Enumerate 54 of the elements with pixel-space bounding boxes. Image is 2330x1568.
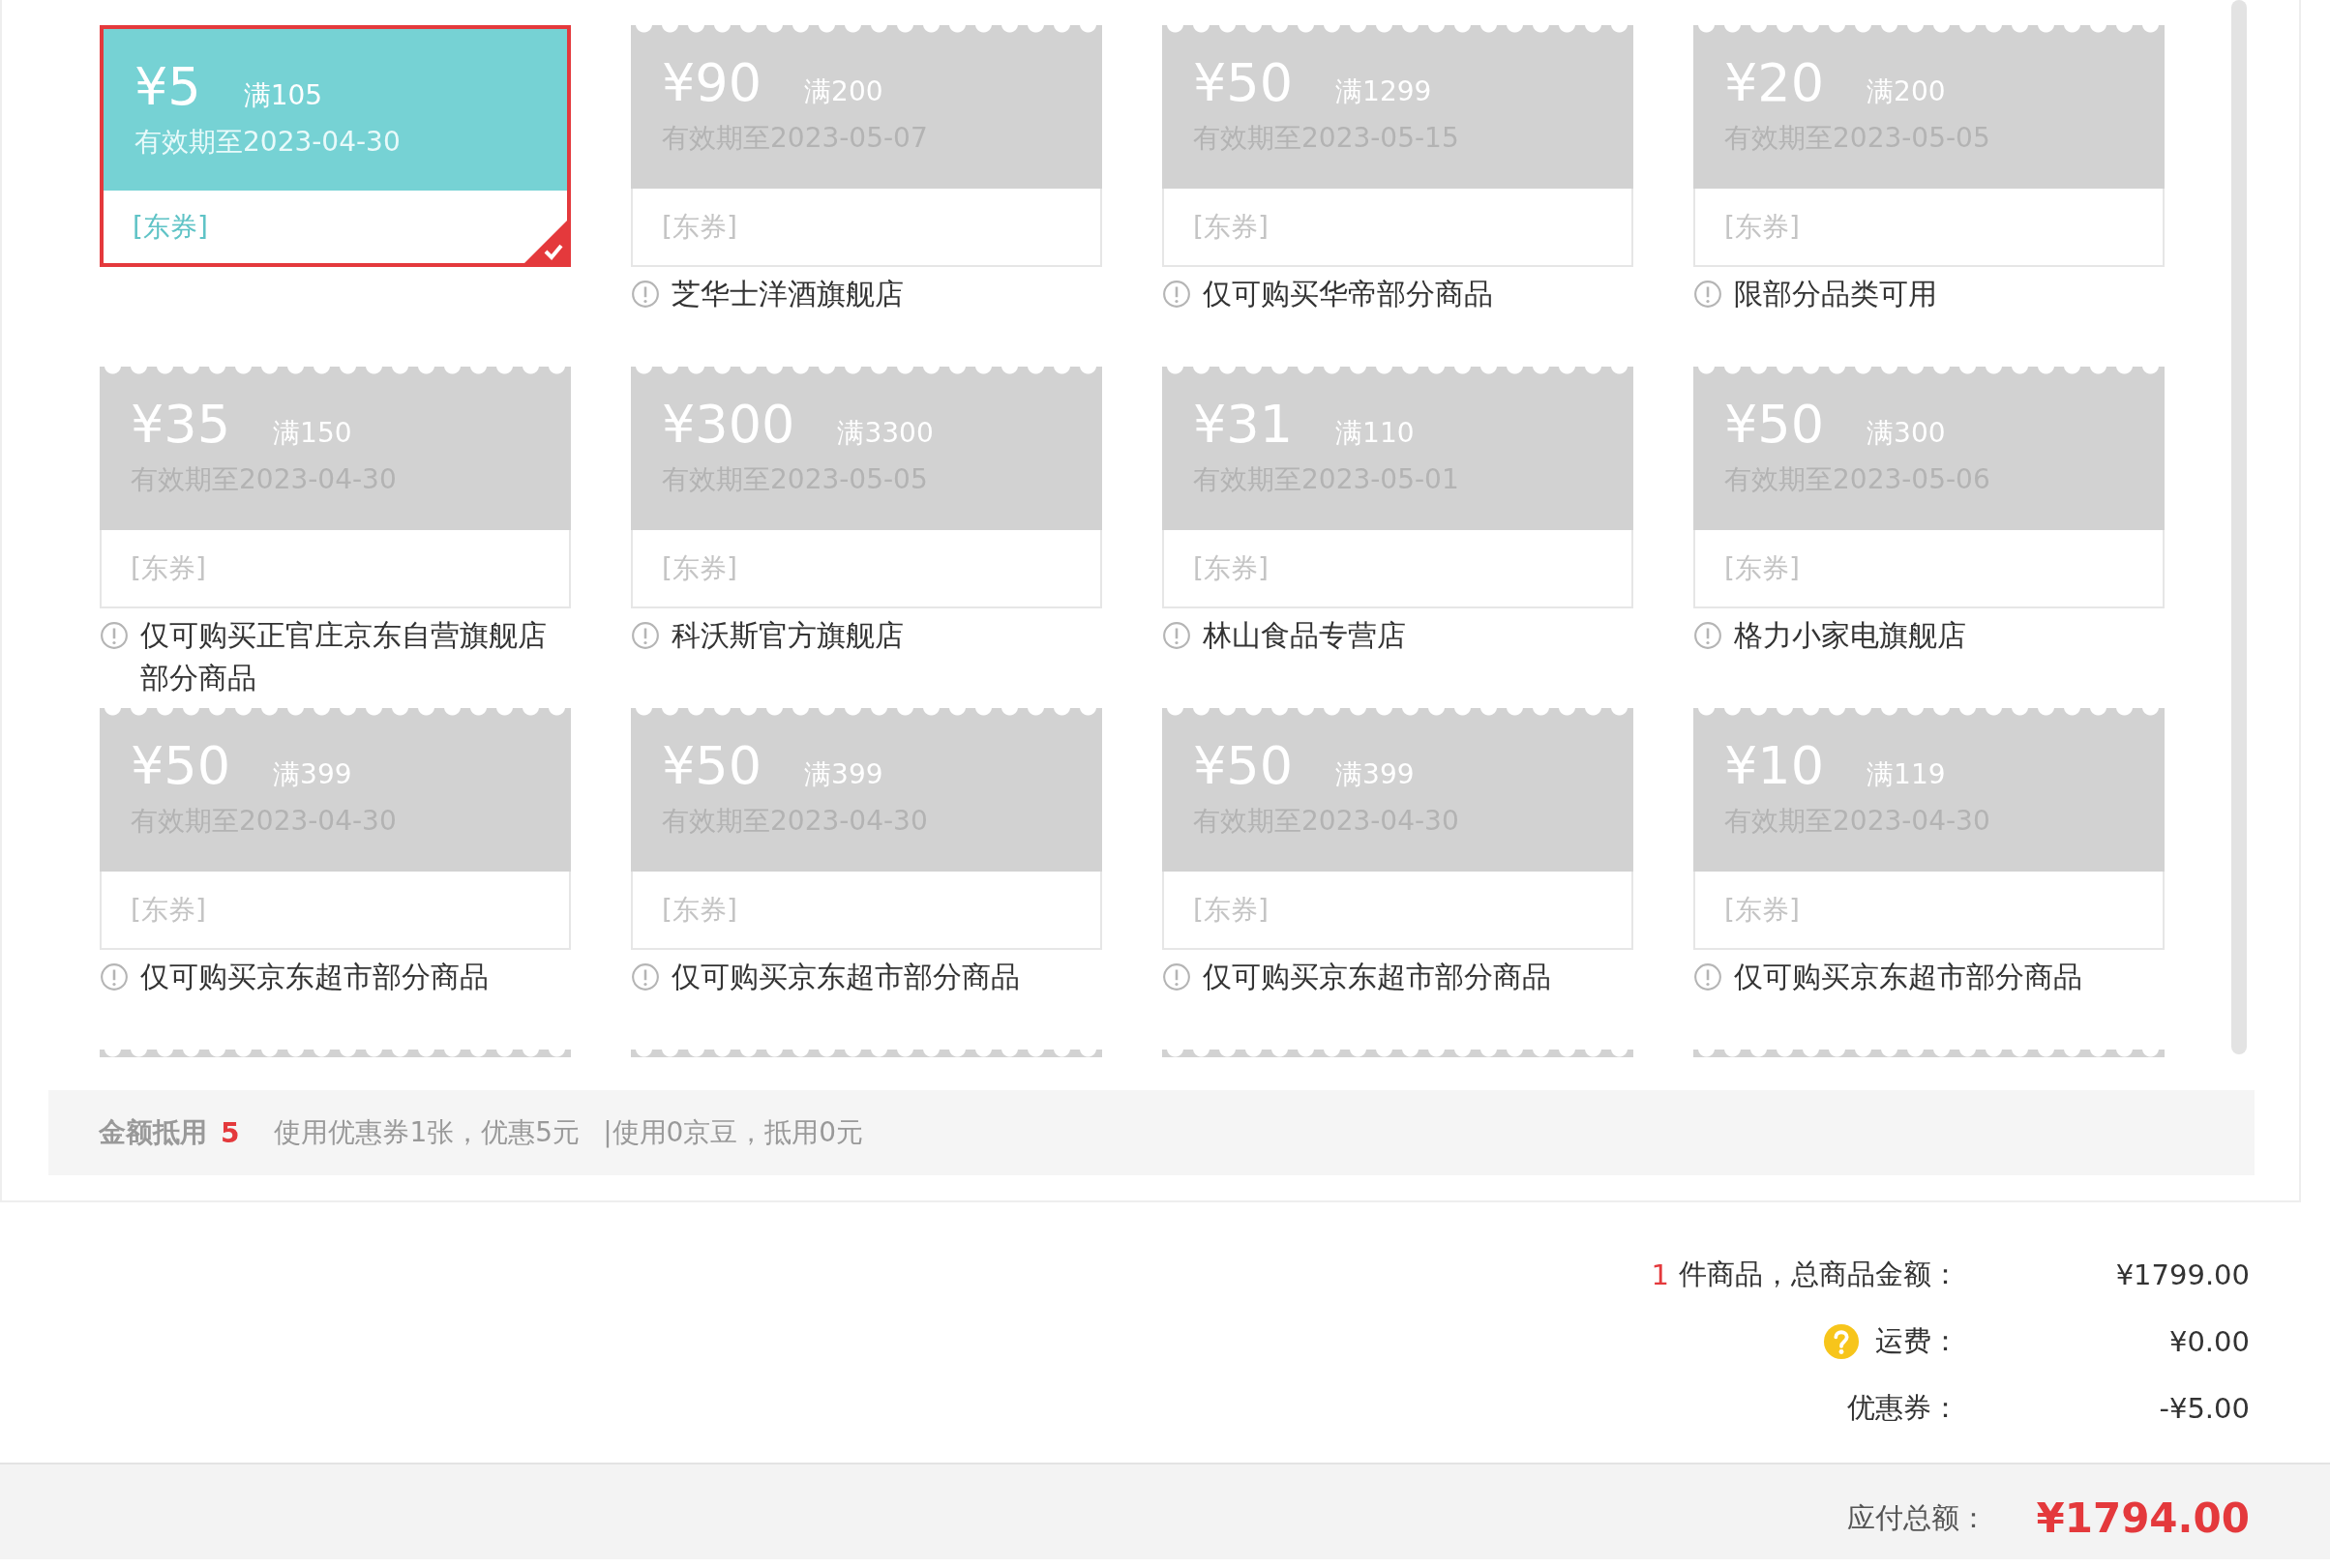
info-icon [1693, 962, 1722, 991]
coupon-tag: [东券] [1193, 549, 1269, 587]
coupon-usage-text: 使用优惠券1张，优惠5元 [274, 1115, 581, 1150]
coupon-note: 限部分品类可用 [1734, 276, 1937, 312]
coupon-tag: [东券] [662, 208, 737, 246]
coupon-tag: [东券] [662, 891, 737, 929]
coupon-threshold: 满105 [243, 78, 323, 113]
selected-check-icon [524, 221, 567, 263]
coupon-note: 仅可购买正官庄京东自营旗舰店部分商品 [140, 617, 548, 696]
info-icon [631, 621, 660, 650]
coupon-tag: [东券] [1724, 549, 1800, 587]
coupon-tag: [东券] [1193, 208, 1269, 246]
coupon-tag: [东券] [133, 208, 208, 246]
summary-label: 件商品，总商品金额： [1679, 1256, 1959, 1292]
info-icon [1162, 621, 1191, 650]
total-amount: ¥1794.00 [2036, 1494, 2250, 1544]
coupon-note: 林山食品专营店 [1203, 617, 1406, 654]
summary-value: ¥1799.00 [2114, 1257, 2250, 1291]
coupon-amount: ¥5 [134, 56, 201, 118]
item-count: 1 [1651, 1257, 1669, 1291]
coupon-tag: [东券] [1724, 891, 1800, 929]
info-icon [100, 962, 129, 991]
deduction-amount: 5 [221, 1116, 240, 1149]
help-icon[interactable] [1823, 1322, 1860, 1360]
scrollbar-thumb[interactable] [2231, 0, 2247, 1054]
coupon-tag: [东券] [662, 549, 737, 587]
coupon-card[interactable]: ¥5 满105 有效期至2023-04-30 [东券] [100, 25, 571, 267]
summary-label: 优惠券： [1847, 1389, 1959, 1426]
info-icon [1693, 621, 1722, 650]
total-label: 应付总额： [1847, 1500, 1988, 1536]
summary-label: 运费： [1875, 1322, 1959, 1359]
coupon-tag: [东券] [1193, 891, 1269, 929]
coupon-tag: [东券] [131, 891, 206, 929]
info-icon [1162, 962, 1191, 991]
coupon-note: 科沃斯官方旗舰店 [672, 617, 904, 654]
info-icon [631, 962, 660, 991]
coupon-note: 仅可购买京东超市部分商品 [672, 959, 1020, 995]
coupon-note: 芝华士洋酒旗舰店 [672, 276, 904, 312]
summary-value: ¥0.00 [2167, 1324, 2250, 1358]
coupon-tag: [东券] [1724, 208, 1800, 246]
coupon-note: 仅可购买京东超市部分商品 [1203, 959, 1551, 995]
coupon-note: 仅可购买京东超市部分商品 [1734, 959, 2082, 995]
info-icon [100, 621, 129, 650]
summary-value: -¥5.00 [2158, 1391, 2250, 1425]
coupon-expiry: 有效期至2023-04-30 [134, 125, 402, 160]
info-icon [1693, 280, 1722, 309]
coupon-note: 仅可购买京东超市部分商品 [140, 959, 489, 995]
coupon-tag: [东券] [131, 549, 206, 587]
coupon-note: 格力小家电旗舰店 [1734, 617, 1966, 654]
coupon-note: 仅可购买华帝部分商品 [1203, 276, 1493, 312]
bean-usage-text: |使用0京豆，抵用0元 [603, 1115, 864, 1150]
deduction-label: 金额抵用 [99, 1115, 207, 1150]
info-icon [1162, 280, 1191, 309]
info-icon [631, 280, 660, 309]
